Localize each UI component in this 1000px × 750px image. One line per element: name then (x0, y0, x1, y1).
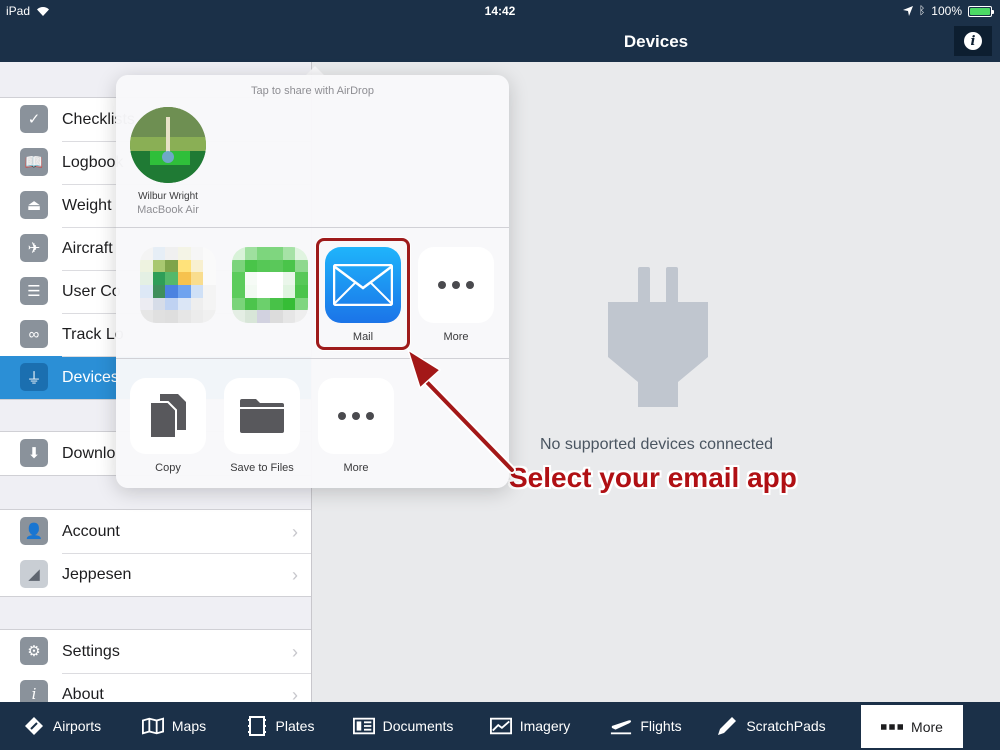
sidebar-item-label: Track Lo (62, 325, 124, 343)
info-icon: i (964, 32, 982, 50)
more-icon (418, 247, 494, 323)
sidebar-item-label: Settings (62, 642, 120, 660)
tab-scratchpads[interactable]: ScratchPads (702, 702, 840, 750)
chevron-right-icon: › (292, 522, 298, 542)
sidebar-item-jeppesen[interactable]: ◢ Jeppesen › (0, 553, 311, 596)
plates-icon (246, 716, 268, 736)
mail-highlight-box (316, 238, 410, 350)
tab-label: More (911, 718, 943, 735)
sidebar-item-label: Downlo (62, 444, 116, 462)
tab-label: Flights (640, 718, 682, 734)
tab-label: Airports (52, 718, 102, 734)
tracklog-icon: ∞ (20, 320, 48, 348)
tab-more[interactable]: More (861, 705, 963, 748)
sidebar-group-account: 👤 Account › ◢ Jeppesen › (0, 509, 311, 597)
info-button[interactable]: i (954, 26, 992, 56)
tab-airports[interactable]: Airports (0, 702, 124, 750)
instruction-callout: Select your email app (509, 462, 797, 493)
tab-label: Maps (171, 718, 207, 734)
share-action-save-to-files[interactable]: Save to Files (224, 378, 300, 474)
tab-imagery[interactable]: Imagery (470, 702, 590, 750)
tab-flights[interactable]: Flights (590, 702, 702, 750)
person-icon: 👤 (20, 517, 48, 545)
plug-icon: ⏚ (20, 363, 48, 391)
share-action-more[interactable]: More (318, 378, 394, 474)
divider (116, 358, 509, 359)
battery-icon (968, 5, 994, 17)
documents-icon (352, 716, 375, 736)
plug-icon (608, 267, 708, 407)
share-app-label: More (443, 331, 469, 343)
sidebar-group-settings: ⚙ Settings › i About › (0, 629, 311, 703)
airdrop-device[interactable]: Wilbur Wright MacBook Air (130, 107, 206, 216)
tab-documents[interactable]: Documents (336, 702, 470, 750)
tab-label: Imagery (519, 718, 571, 734)
sidebar-item-label: About (62, 685, 104, 703)
device-owner-name: Wilbur Wright (138, 191, 198, 202)
sidebar-item-label: Logbook (62, 153, 124, 171)
copy-icon (130, 378, 206, 454)
sidebar-item-settings[interactable]: ⚙ Settings › (0, 630, 311, 673)
sidebar-item-label: Weight (62, 196, 112, 214)
tab-label: Documents (382, 718, 454, 734)
battery-percent: 100% (931, 4, 962, 18)
bluetooth-icon: ᛒ (918, 5, 926, 17)
location-icon (902, 6, 913, 16)
share-action-label: Save to Files (230, 462, 294, 474)
more-icon (318, 378, 394, 454)
more-icon (881, 717, 904, 737)
device-model: MacBook Air (137, 204, 199, 216)
share-action-label: Copy (155, 462, 181, 474)
sidebar-item-label: Jeppesen (62, 565, 132, 583)
content-icon: ☰ (20, 277, 48, 305)
navigation-bar: Devices i (0, 22, 1000, 62)
sidebar-item-account[interactable]: 👤 Account › (0, 510, 311, 553)
sidebar-item-label: User Co (62, 282, 121, 300)
share-app-more[interactable]: More (418, 247, 494, 343)
map-icon (141, 716, 164, 736)
pixelated-app-icon (140, 247, 216, 323)
sidebar-item-about[interactable]: i About › (0, 673, 311, 703)
tab-bar: Airports Maps Plates Documents Imagery F… (0, 702, 1000, 750)
info-icon: i (20, 680, 48, 702)
clock: 14:42 (484, 4, 516, 18)
airport-icon (23, 716, 45, 736)
sidebar-item-label: Devices (62, 368, 119, 386)
share-sheet: Tap to share with AirDrop Wilbur Wright … (116, 75, 509, 488)
divider (116, 227, 509, 228)
tab-maps[interactable]: Maps (124, 702, 224, 750)
sidebar-item-label: Account (62, 522, 120, 540)
share-action-copy[interactable]: Copy (130, 378, 206, 474)
share-action-label: More (343, 462, 369, 474)
device-avatar (130, 107, 206, 183)
chevron-right-icon: › (292, 685, 298, 702)
page-title: Devices (623, 32, 689, 51)
chevron-right-icon: › (292, 565, 298, 585)
tab-label: ScratchPads (746, 718, 826, 734)
imagery-icon (489, 716, 512, 736)
tab-label: Plates (275, 718, 315, 734)
gear-icon: ⚙ (20, 637, 48, 665)
pixelated-app-icon (232, 247, 308, 323)
status-bar: iPad 14:42 ᛒ 100% (0, 0, 1000, 22)
share-app-1[interactable] (140, 247, 216, 331)
airplane-icon: ✈ (20, 234, 48, 262)
share-app-2[interactable] (232, 247, 308, 331)
pencil-icon (716, 716, 738, 736)
airdrop-hint: Tap to share with AirDrop (251, 85, 374, 97)
checkmark-icon: ✓ (20, 105, 48, 133)
jeppesen-icon: ◢ (20, 560, 48, 588)
sidebar-item-label: Aircraft (62, 239, 113, 257)
weight-icon: ⏏ (20, 191, 48, 219)
flights-icon (610, 716, 632, 736)
chevron-right-icon: › (292, 642, 298, 662)
download-icon: ⬇ (20, 439, 48, 467)
folder-icon (224, 378, 300, 454)
tab-plates[interactable]: Plates (224, 702, 336, 750)
book-icon: 📖 (20, 148, 48, 176)
